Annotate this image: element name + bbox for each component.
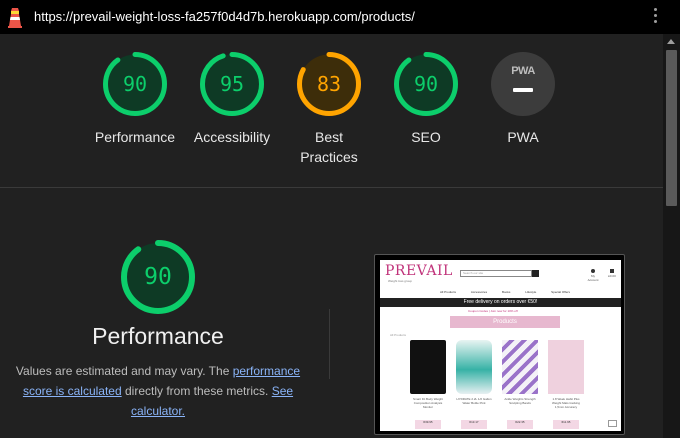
performance-heading: Performance xyxy=(92,323,224,349)
performance-big-score: 90 xyxy=(144,264,172,290)
bag-icon xyxy=(610,269,614,273)
site-bag: £0.00 xyxy=(606,269,618,278)
site-products-banner: Products xyxy=(450,316,560,328)
seo-score: 90 xyxy=(413,72,439,96)
screenshot-page: PREVAIL Weight loss group Search our sit… xyxy=(380,260,621,431)
site-logo: PREVAIL xyxy=(385,263,453,279)
site-delivery-banner: Free delivery on orders over €50! xyxy=(380,298,621,307)
product-caption: HYDRATE 2.2L 1/2 Gallon Water Bottle Pin… xyxy=(456,397,492,405)
best-practices-label[interactable]: Best Practices xyxy=(290,127,368,167)
performance-big-gauge: 90 xyxy=(121,240,195,314)
scroll-up-arrow-icon[interactable] xyxy=(667,39,675,44)
site-category: All Products xyxy=(390,333,407,337)
site-search-input: Search our site xyxy=(460,270,532,277)
pwa-badge-text: PWA xyxy=(511,65,535,77)
site-nav-item: Lifestyle xyxy=(525,290,537,294)
site-nav-item: Special Offers xyxy=(551,290,570,294)
seo-label[interactable]: SEO xyxy=(371,127,481,147)
product-card: HYDRATE 2.2L 1/2 Gallon Water Bottle Pin… xyxy=(456,340,492,405)
scroll-thumb[interactable] xyxy=(666,50,677,206)
product-price: €22.35 xyxy=(507,420,533,429)
pwa-icon xyxy=(491,52,555,116)
pwa-badge[interactable]: PWA xyxy=(491,52,555,116)
site-account: My Account xyxy=(586,269,600,282)
performance-score: 90 xyxy=(122,72,148,96)
site-nav-item: Books xyxy=(502,290,511,294)
best-practices-score: 83 xyxy=(316,72,342,96)
product-price: €13.17 xyxy=(461,420,487,429)
performance-description: Values are estimated and may vary. The p… xyxy=(15,364,301,418)
product-card: 1.8 Week Habit Plus Weight Mats tracking… xyxy=(548,340,584,409)
product-image xyxy=(456,340,492,394)
accessibility-score: 95 xyxy=(219,72,245,96)
performance-label[interactable]: Performance xyxy=(80,127,190,147)
product-price: €39.95 xyxy=(415,420,441,429)
site-search-button xyxy=(532,270,539,277)
performance-gauge[interactable]: 90 xyxy=(103,52,167,116)
more-options-icon[interactable] xyxy=(651,8,659,26)
product-caption: Ankle Weights Strength Sculpting Bands xyxy=(504,397,536,405)
accessibility-gauge[interactable]: 95 xyxy=(200,52,264,116)
section-divider xyxy=(0,187,663,188)
product-card: Ankle Weights Strength Sculpting Bands xyxy=(502,340,538,405)
account-icon xyxy=(591,269,595,273)
site-tagline: Weight loss group xyxy=(388,279,412,283)
site-nav: All Products Accessories Books Lifestyle… xyxy=(440,290,570,294)
product-image xyxy=(548,340,584,394)
site-coupon: Coupon Codes | Join now for 10% off xyxy=(468,309,518,313)
product-card: Smart Fit Body Weight Composition Analys… xyxy=(410,340,446,409)
page-url: https://prevail-weight-loss-fa257f0d4d7b… xyxy=(34,9,415,24)
lighthouse-icon xyxy=(8,8,22,28)
product-image xyxy=(410,340,446,394)
seo-gauge[interactable]: 90 xyxy=(394,52,458,116)
vertical-divider xyxy=(329,309,330,379)
product-caption: Smart Fit Body Weight Composition Analys… xyxy=(413,397,443,409)
pwa-label[interactable]: PWA xyxy=(468,127,578,147)
product-price: €11.95 xyxy=(553,420,579,429)
site-nav-item: Accessories xyxy=(470,290,488,294)
accessibility-label[interactable]: Accessibility xyxy=(177,127,287,147)
site-nav-item: All Products xyxy=(440,290,457,294)
vertical-scrollbar[interactable] xyxy=(663,34,680,438)
product-image xyxy=(502,340,538,394)
best-practices-gauge[interactable]: 83 xyxy=(297,52,361,116)
product-caption: 1.8 Week Habit Plus Weight Mats tracking… xyxy=(552,397,580,409)
final-screenshot[interactable]: PREVAIL Weight loss group Search our sit… xyxy=(374,254,625,435)
browser-topbar: https://prevail-weight-loss-fa257f0d4d7b… xyxy=(0,0,680,34)
site-back-to-top-icon xyxy=(608,420,617,427)
